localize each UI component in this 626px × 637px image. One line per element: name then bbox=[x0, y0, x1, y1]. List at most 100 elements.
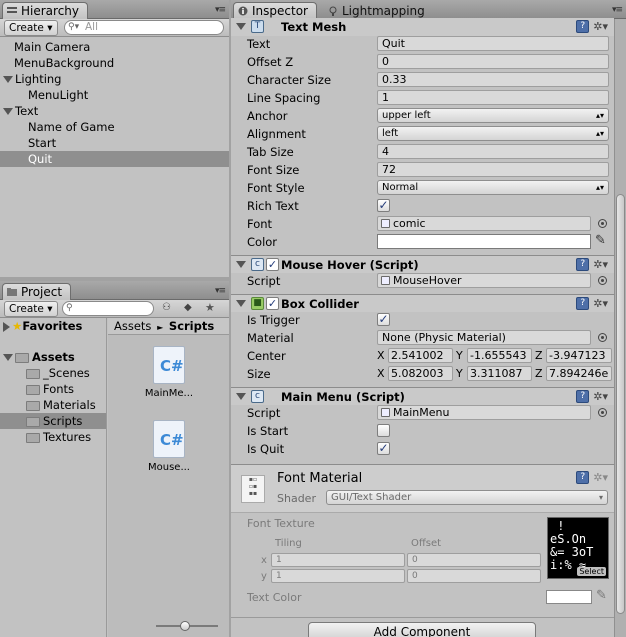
hierarchy-item-text[interactable]: Text bbox=[0, 103, 229, 119]
foldout-icon[interactable] bbox=[236, 261, 246, 268]
icon-size-slider[interactable] bbox=[156, 621, 218, 631]
expand-triangle-icon[interactable] bbox=[3, 108, 13, 115]
expand-triangle-icon[interactable] bbox=[3, 76, 13, 83]
box-collider-enabled-checkbox[interactable]: ✓ bbox=[266, 297, 279, 310]
add-component-button[interactable]: Add Component bbox=[308, 622, 536, 637]
is-trigger-checkbox[interactable]: ✓ bbox=[377, 313, 390, 326]
help-icon[interactable]: ? bbox=[576, 390, 590, 403]
object-picker-icon[interactable] bbox=[598, 276, 607, 285]
tab-size-field[interactable]: 4 bbox=[377, 144, 609, 159]
favorites-item[interactable]: ★Favorites bbox=[0, 318, 106, 334]
mouse-hover-header[interactable]: c ✓ Mouse Hover (Script) ? ✲▾ bbox=[231, 255, 614, 273]
mouse-hover-script-field[interactable]: MouseHover bbox=[377, 273, 591, 288]
hierarchy-item-menubackground[interactable]: MenuBackground bbox=[0, 55, 229, 71]
filter-label-icon[interactable]: ◆ bbox=[184, 302, 192, 313]
center-x[interactable]: X 2.541002 bbox=[377, 348, 453, 363]
project-search-input[interactable]: ⚲ bbox=[62, 301, 154, 316]
panel-menu-icon[interactable]: ▾≡ bbox=[215, 5, 226, 15]
folder-item-textures[interactable]: Textures bbox=[0, 429, 106, 445]
gear-icon[interactable]: ✲▾ bbox=[593, 390, 608, 403]
folder-item-materials[interactable]: Materials bbox=[0, 397, 106, 413]
center-x-field[interactable]: 2.541002 bbox=[388, 348, 453, 363]
color-swatch[interactable] bbox=[377, 234, 591, 249]
tiling-y-field[interactable]: 1 bbox=[271, 569, 405, 583]
help-icon[interactable]: ? bbox=[576, 297, 590, 310]
tiling-x-field[interactable]: 1 bbox=[271, 553, 405, 567]
hierarchy-item-lighting[interactable]: Lighting bbox=[0, 71, 229, 87]
favorite-star-icon[interactable]: ★ bbox=[205, 301, 215, 314]
object-picker-icon[interactable] bbox=[598, 333, 607, 342]
text-field[interactable]: Quit bbox=[377, 36, 609, 51]
eyedropper-icon[interactable]: ✎ bbox=[596, 588, 607, 603]
slider-thumb[interactable] bbox=[180, 621, 190, 631]
hierarchy-item-name-of-game[interactable]: Name of Game bbox=[0, 119, 229, 135]
font-object-field[interactable]: comic bbox=[377, 216, 591, 231]
folder-item-scripts[interactable]: Scripts bbox=[0, 413, 106, 429]
panel-menu-icon[interactable]: ▾≡ bbox=[612, 5, 623, 15]
scrollbar-thumb[interactable] bbox=[616, 194, 625, 614]
script-file-mainmenu[interactable]: C# MainMe... bbox=[142, 346, 196, 399]
size-z[interactable]: Z 7.894246e bbox=[535, 366, 613, 381]
expand-triangle-icon[interactable] bbox=[3, 354, 13, 361]
hierarchy-item-menulight[interactable]: MenuLight bbox=[0, 87, 229, 103]
offset-z-field[interactable]: 0 bbox=[377, 54, 609, 69]
size-z-field[interactable]: 7.894246e bbox=[546, 366, 612, 381]
center-z[interactable]: Z -3.947123 bbox=[535, 348, 613, 363]
folder-item-scenes[interactable]: _Scenes bbox=[0, 365, 106, 381]
assets-item[interactable]: Assets bbox=[0, 349, 106, 365]
character-size-field[interactable]: 0.33 bbox=[377, 72, 609, 87]
shader-dropdown[interactable]: GUI/Text Shader ▾ bbox=[326, 490, 608, 505]
gear-icon[interactable]: ✲▾ bbox=[593, 20, 608, 33]
texture-select-button[interactable]: Select bbox=[577, 567, 606, 576]
alignment-dropdown[interactable]: left ▴▾ bbox=[377, 126, 609, 141]
font-style-dropdown[interactable]: Normal ▴▾ bbox=[377, 180, 609, 195]
hierarchy-search-input[interactable]: ⚲▾ All bbox=[64, 20, 224, 35]
panel-menu-icon[interactable]: ▾≡ bbox=[215, 286, 226, 296]
center-z-field[interactable]: -3.947123 bbox=[546, 348, 612, 363]
help-icon[interactable]: ? bbox=[576, 20, 590, 33]
script-file-mousehover[interactable]: C# Mouse... bbox=[142, 420, 196, 473]
hierarchy-item-main-camera[interactable]: Main Camera bbox=[0, 39, 229, 55]
main-menu-header[interactable]: c Main Menu (Script) ? ✲▾ bbox=[231, 387, 614, 405]
offset-x-field[interactable]: 0 bbox=[407, 553, 541, 567]
hierarchy-item-quit[interactable]: Quit bbox=[0, 151, 229, 167]
project-tab[interactable]: Project bbox=[2, 283, 72, 300]
mouse-hover-enabled-checkbox[interactable]: ✓ bbox=[266, 258, 279, 271]
text-mesh-header[interactable]: T Text Mesh ? ✲▾ bbox=[231, 18, 614, 36]
material-object-field[interactable]: None (Physic Material) bbox=[377, 330, 591, 345]
is-quit-checkbox[interactable]: ✓ bbox=[377, 442, 390, 455]
hierarchy-item-start[interactable]: Start bbox=[0, 135, 229, 151]
main-menu-script-field[interactable]: MainMenu bbox=[377, 405, 591, 420]
line-spacing-field[interactable]: 1 bbox=[377, 90, 609, 105]
hierarchy-create-button[interactable]: Create ▾ bbox=[4, 20, 58, 36]
breadcrumb-scripts[interactable]: Scripts bbox=[169, 319, 214, 333]
anchor-dropdown[interactable]: upper left ▴▾ bbox=[377, 108, 609, 123]
rich-text-checkbox[interactable]: ✓ bbox=[377, 199, 390, 212]
help-icon[interactable]: ? bbox=[576, 258, 590, 271]
size-x[interactable]: X 5.082003 bbox=[377, 366, 453, 381]
hierarchy-tab[interactable]: Hierarchy bbox=[2, 2, 89, 19]
size-y[interactable]: Y 3.311087 bbox=[456, 366, 532, 381]
project-create-button[interactable]: Create ▾ bbox=[4, 301, 58, 317]
lightmapping-tab[interactable]: Lightmapping bbox=[323, 2, 434, 19]
foldout-icon[interactable] bbox=[236, 300, 246, 307]
folder-item-fonts[interactable]: Fonts bbox=[0, 381, 106, 397]
offset-y-field[interactable]: 0 bbox=[407, 569, 541, 583]
inspector-scrollbar[interactable] bbox=[614, 19, 626, 637]
center-y-field[interactable]: -1.655543 bbox=[467, 348, 532, 363]
foldout-icon[interactable] bbox=[236, 23, 246, 30]
object-picker-icon[interactable] bbox=[598, 219, 607, 228]
filter-type-icon[interactable]: ⚇ bbox=[162, 302, 171, 313]
font-texture-thumbnail[interactable]: ! eS.On &= 3oT i:% ≈ Select bbox=[547, 517, 609, 579]
size-y-field[interactable]: 3.311087 bbox=[467, 366, 532, 381]
eyedropper-icon[interactable]: ✎ bbox=[595, 233, 606, 248]
gear-icon[interactable]: ✲▾ bbox=[593, 471, 608, 484]
foldout-icon[interactable] bbox=[236, 393, 246, 400]
is-start-checkbox[interactable] bbox=[377, 424, 390, 437]
inspector-tab[interactable]: Inspector bbox=[233, 2, 317, 19]
font-size-field[interactable]: 72 bbox=[377, 162, 609, 177]
breadcrumb-assets[interactable]: Assets bbox=[114, 319, 151, 333]
center-y[interactable]: Y -1.655543 bbox=[456, 348, 532, 363]
box-collider-header[interactable]: ■ ✓ Box Collider ? ✲▾ bbox=[231, 294, 614, 312]
help-icon[interactable]: ? bbox=[576, 471, 590, 484]
